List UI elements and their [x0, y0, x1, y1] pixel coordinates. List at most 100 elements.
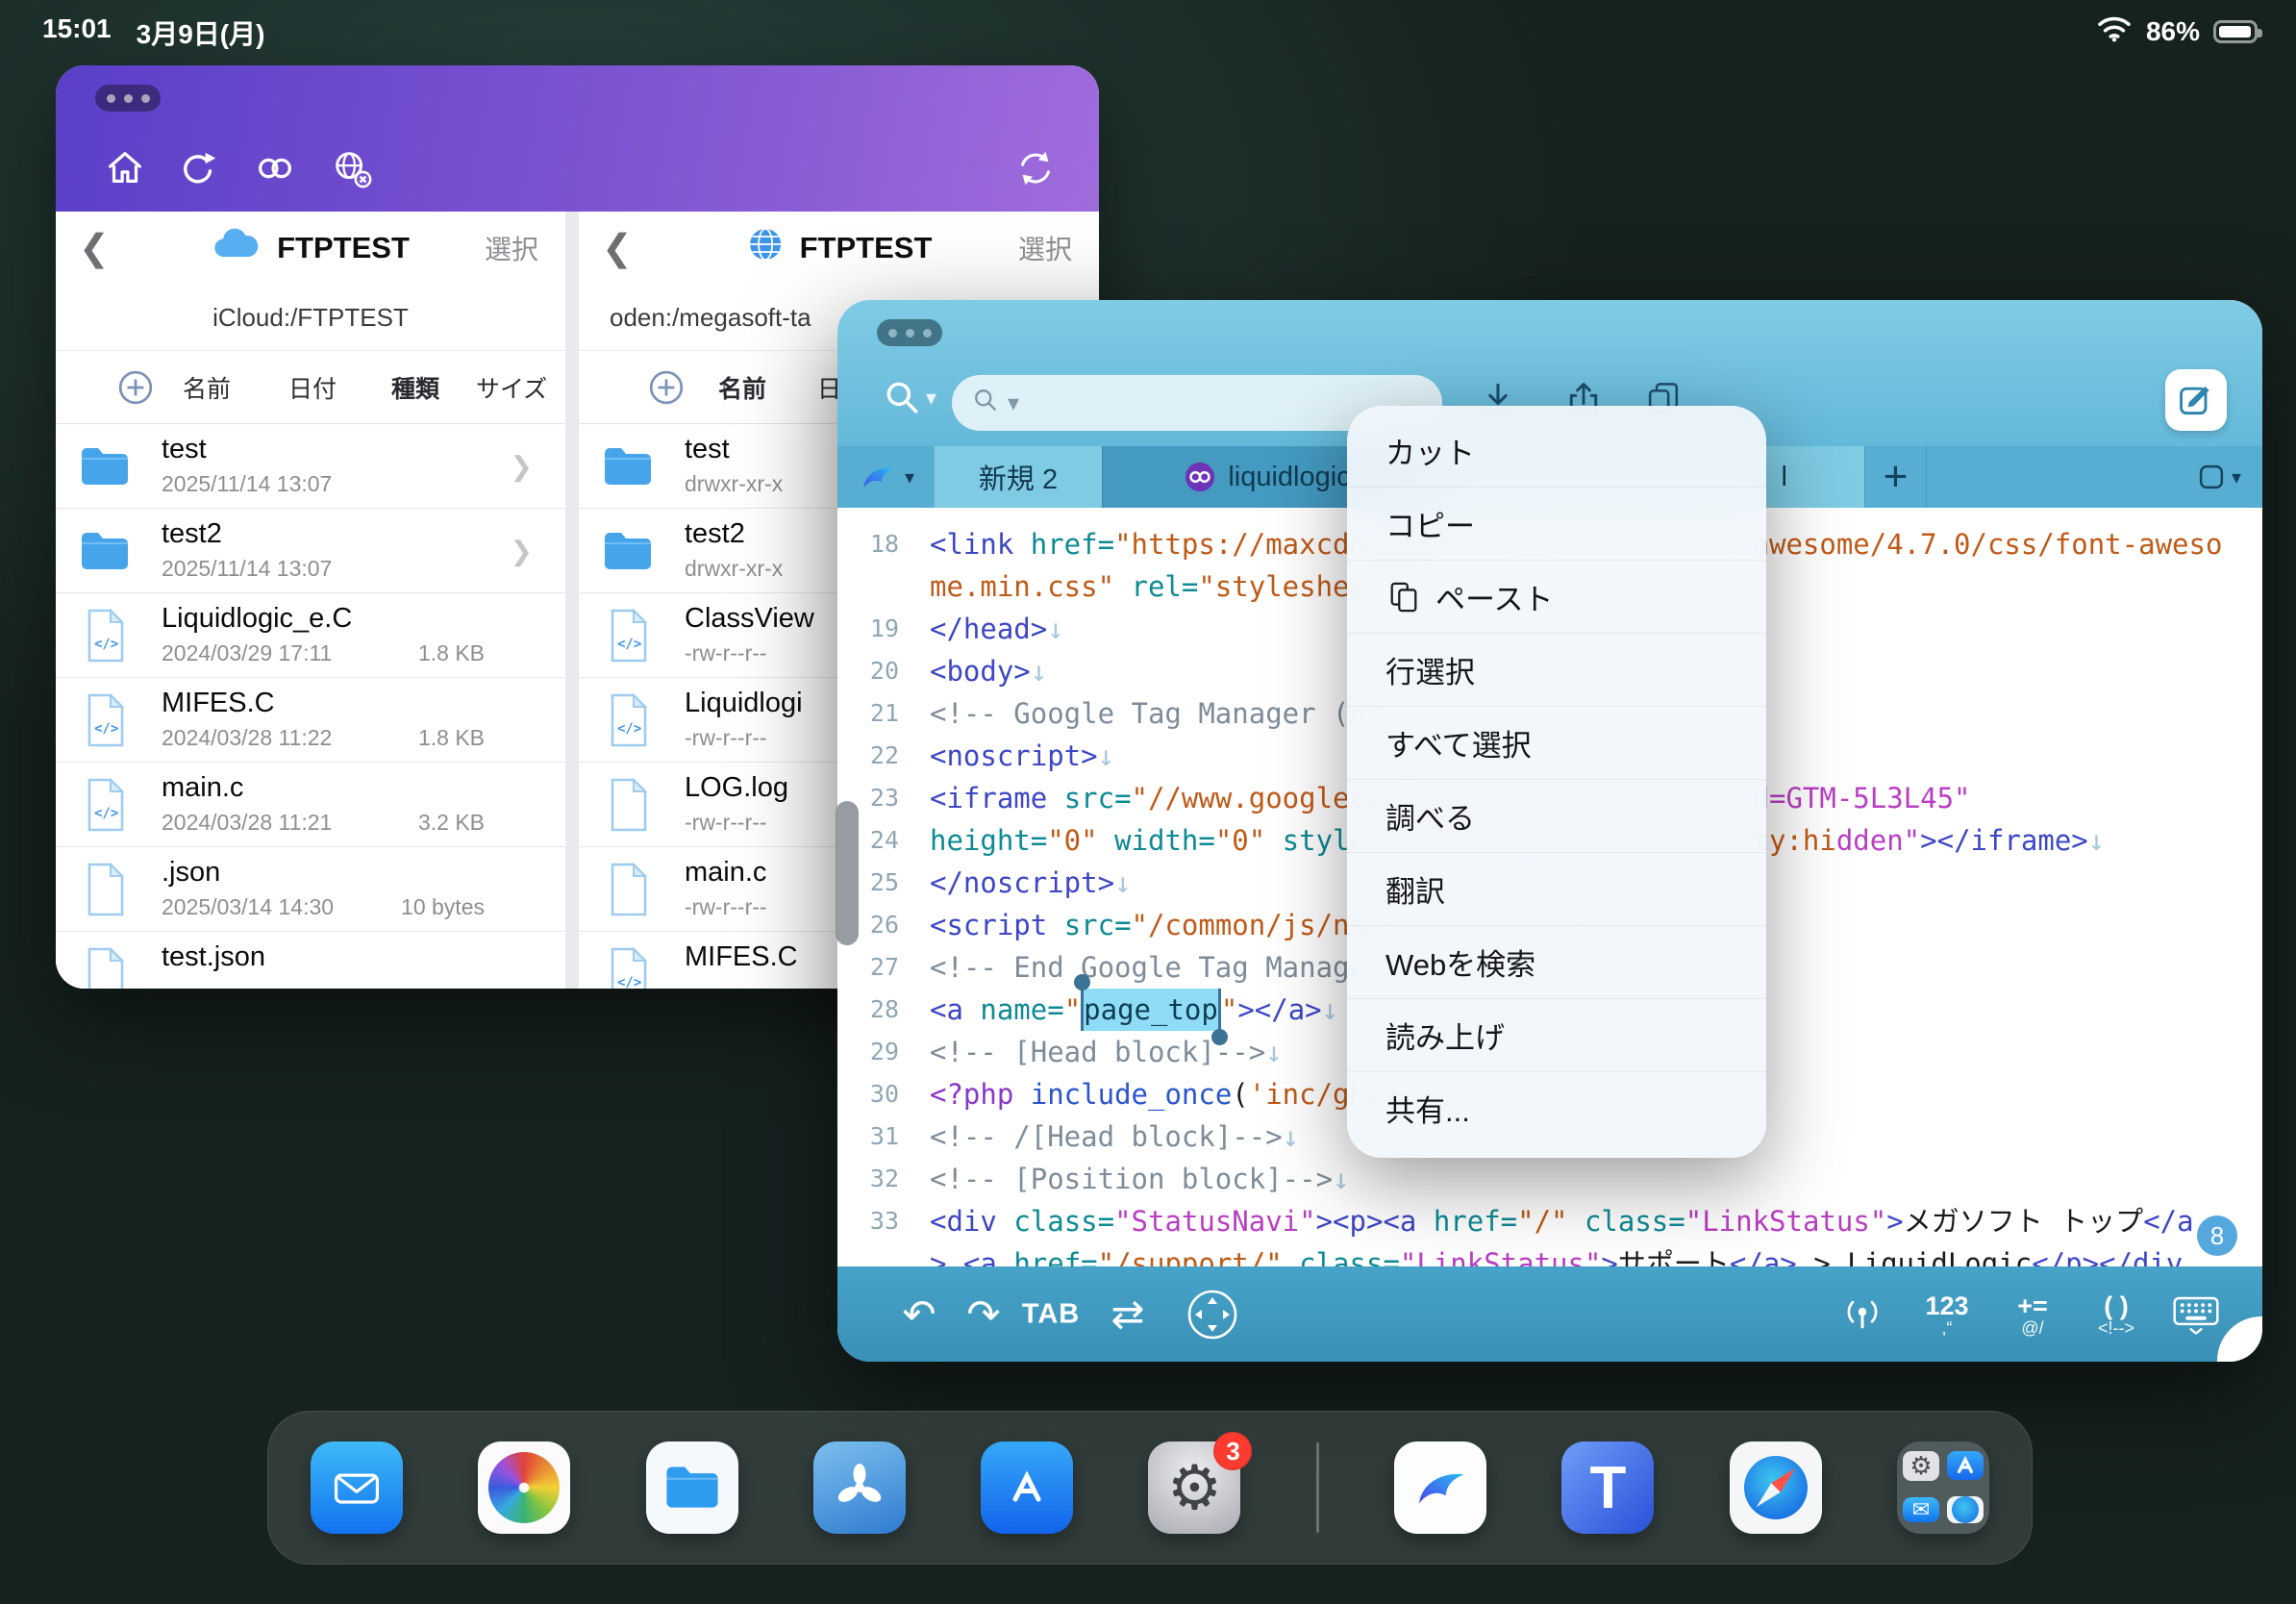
file-type-icon: </> [77, 773, 133, 837]
file-subtext: -rw-r--r-- [685, 725, 767, 751]
file-size: 1.8 KB [418, 725, 485, 751]
dock-liquidlogic-icon[interactable] [1394, 1441, 1486, 1534]
file-row[interactable]: test 2025/11/14 13:07 ❯ [56, 424, 565, 509]
scroll-indicator[interactable] [836, 801, 859, 945]
folder-icon [78, 443, 132, 489]
search-menu-icon[interactable]: ▾ [882, 377, 936, 417]
file-icon [82, 861, 128, 918]
file-name: main.c [685, 857, 766, 889]
left-pane-title: FTPTEST [277, 231, 410, 265]
file-type-icon [600, 435, 656, 498]
app-logo-menu[interactable]: ▾ [837, 446, 934, 508]
back-chevron-icon[interactable]: ❮ [602, 227, 633, 270]
home-icon[interactable] [103, 146, 147, 190]
cursor-pad-button[interactable] [1187, 1290, 1237, 1340]
file-row[interactable]: .json 2025/03/14 14:30 10 bytes [56, 847, 565, 932]
refresh-icon[interactable] [176, 146, 220, 190]
window-controls[interactable] [95, 85, 161, 112]
right-pane-header: ❮ FTPTEST 選択 [579, 212, 1099, 285]
dock-mail-icon[interactable] [311, 1441, 403, 1534]
bracket-keys-button[interactable]: ( )<!--> [2098, 1292, 2134, 1337]
context-menu-item[interactable]: 共有... [1347, 1071, 1766, 1144]
select-button[interactable]: 選択 [485, 229, 538, 267]
link-icon[interactable] [253, 146, 297, 190]
redo-button[interactable]: ↷ [966, 1294, 1000, 1335]
dock-appstore-icon[interactable] [981, 1441, 1073, 1534]
context-menu-item[interactable]: すべて選択 [1347, 706, 1766, 779]
add-button[interactable] [648, 369, 685, 406]
compose-button[interactable] [2165, 369, 2227, 431]
dock-photos-icon[interactable] [478, 1441, 570, 1534]
context-menu-label: 行選択 [1385, 648, 1475, 691]
svg-text:</>: </> [94, 637, 118, 652]
back-chevron-icon[interactable]: ❮ [79, 227, 110, 270]
swap-arrows-button[interactable]: ⇄ [1111, 1294, 1144, 1335]
context-menu-item[interactable]: 行選択 [1347, 633, 1766, 706]
file-name: main.c [162, 772, 243, 804]
chevron-down-icon: ▾ [1008, 389, 1019, 417]
file-row[interactable]: test.json [56, 932, 565, 989]
context-menu-label: 調べる [1385, 794, 1475, 838]
chevron-right-icon: ❯ [511, 450, 533, 482]
dock-fan-app-icon[interactable] [813, 1441, 906, 1534]
file-name: test.json [162, 941, 265, 973]
window-controls[interactable] [877, 319, 942, 346]
file-row[interactable]: </> main.c 2024/03/28 11:21 3.2 KB [56, 763, 565, 847]
mini-appstore-icon [1947, 1451, 1984, 1480]
keyboard-icon[interactable] [2172, 1294, 2220, 1334]
dock-settings-icon[interactable]: ⚙ 3 [1148, 1441, 1240, 1534]
file-row[interactable]: test2 2025/11/14 13:07 ❯ [56, 509, 565, 593]
tab-bar-spacer: ▾ [1926, 446, 2262, 508]
dock-files-icon[interactable] [646, 1441, 738, 1534]
context-menu-item[interactable]: ペースト [1347, 560, 1766, 633]
file-name: MIFES.C [685, 941, 798, 973]
settings-badge: 3 [1213, 1432, 1252, 1470]
context-menu-item[interactable]: コピー [1347, 487, 1766, 560]
svg-text:</>: </> [617, 975, 641, 989]
file-row[interactable]: </> Liquidlogic_e.C 2024/03/29 17:11 1.8… [56, 593, 565, 678]
pane-divider [565, 212, 579, 989]
file-type-icon [77, 942, 133, 989]
column-size[interactable]: サイズ [476, 370, 547, 405]
tab-key-button[interactable]: TAB [1022, 1298, 1080, 1330]
symbol-keys-button[interactable]: +=@/ [2017, 1292, 2048, 1337]
dock-app-group-icon[interactable]: ⚙ ✉ [1897, 1441, 1989, 1534]
file-subtext: 2025/03/14 14:30 [162, 894, 334, 920]
dock-text-editor-icon[interactable]: T [1561, 1441, 1654, 1534]
context-menu-item[interactable]: 読み上げ [1347, 998, 1766, 1071]
tab-overview-button[interactable]: ▾ [2197, 463, 2241, 491]
file-icon [605, 861, 651, 918]
select-button[interactable]: 選択 [1018, 229, 1072, 267]
globe-disconnect-icon[interactable] [330, 146, 374, 190]
svg-text:</>: </> [94, 806, 118, 821]
file-icon [82, 945, 128, 989]
sync-icon[interactable] [1013, 146, 1058, 190]
code-line: 32<!-- [Position block]-->↓ [837, 1158, 2262, 1200]
context-menu-item[interactable]: 調べる [1347, 779, 1766, 852]
file-icon [605, 776, 651, 834]
file-type-icon [600, 773, 656, 837]
context-menu: カット コピー ペースト 行選択 すべて選択 調べる 翻訳 Webを検索 読み上… [1347, 406, 1766, 1158]
code-line: 33<div class="StatusNavi"><p><a href="/"… [837, 1200, 2262, 1242]
new-tab-button[interactable]: + [1864, 446, 1926, 508]
context-menu-label: 共有... [1385, 1087, 1470, 1130]
folder-icon [78, 528, 132, 574]
chevron-right-icon: ❯ [511, 535, 533, 566]
ipad-screen: 15:01 3月9日(月) 86% [0, 0, 2296, 1604]
touch-gesture-button[interactable] [1841, 1293, 1884, 1336]
tab-new-document[interactable]: 新規 2 [934, 446, 1102, 508]
context-menu-item[interactable]: カット [1347, 414, 1766, 487]
context-menu-item[interactable]: Webを検索 [1347, 925, 1766, 998]
dock-safari-icon[interactable] [1730, 1441, 1822, 1534]
file-subtext: 2024/03/28 11:21 [162, 810, 332, 836]
selected-text[interactable]: page_top [1081, 989, 1221, 1031]
context-menu-item[interactable]: 翻訳 [1347, 852, 1766, 925]
file-row[interactable]: </> MIFES.C 2024/03/28 11:22 1.8 KB [56, 678, 565, 763]
numeric-keys-button[interactable]: 123,“ [1925, 1292, 1968, 1337]
column-name[interactable]: 名前 [183, 370, 231, 405]
add-button[interactable] [117, 369, 154, 406]
column-date[interactable]: 日付 [288, 370, 337, 405]
undo-button[interactable]: ↶ [902, 1294, 936, 1335]
file-subtext: 2025/11/14 13:07 [162, 471, 332, 497]
file-subtext: -rw-r--r-- [685, 640, 767, 666]
